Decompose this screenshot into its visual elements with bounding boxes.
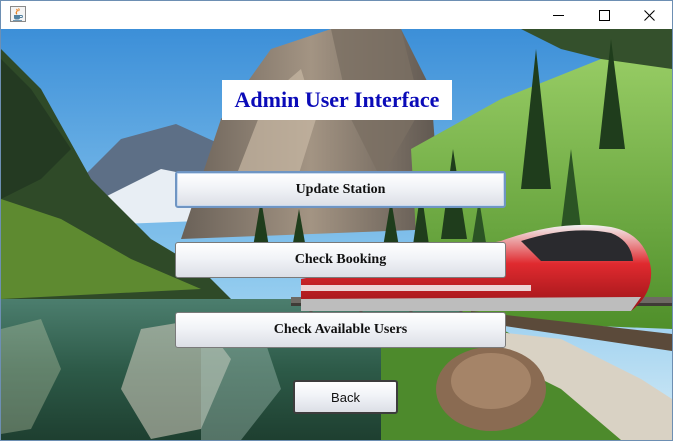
java-cup-icon: [10, 6, 26, 22]
close-button[interactable]: [626, 1, 672, 29]
page-title: Admin User Interface: [222, 80, 452, 120]
application-window: Admin User Interface Update Station Chec…: [0, 0, 673, 441]
page-title-text: Admin User Interface: [234, 87, 440, 112]
minimize-icon: [552, 14, 564, 16]
check-available-users-label: Check Available Users: [273, 322, 408, 337]
update-station-button[interactable]: Update Station: [175, 171, 506, 208]
title-bar[interactable]: [1, 1, 672, 29]
update-station-label: Update Station: [295, 181, 386, 197]
maximize-button[interactable]: [581, 1, 627, 29]
check-booking-button[interactable]: Check Booking: [175, 242, 506, 278]
content-panel: Admin User Interface Update Station Chec…: [1, 29, 672, 440]
back-label: Back: [331, 389, 360, 405]
check-booking-label: Check Booking: [294, 252, 387, 267]
maximize-icon: [598, 9, 610, 21]
check-available-users-button[interactable]: Check Available Users: [175, 312, 506, 348]
back-button[interactable]: Back: [293, 380, 398, 414]
minimize-button[interactable]: [535, 1, 581, 29]
close-icon: [643, 9, 655, 21]
